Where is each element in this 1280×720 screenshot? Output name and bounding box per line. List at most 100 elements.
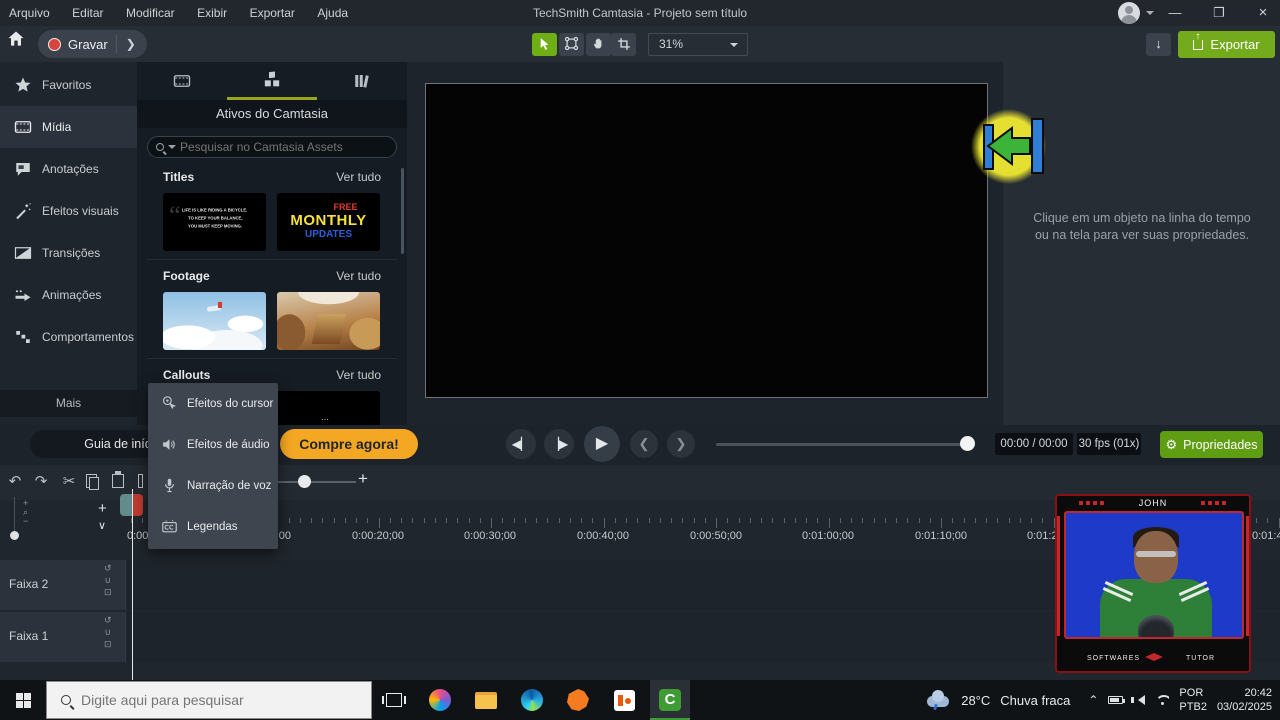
cut-button[interactable]: ✂ [58, 472, 80, 490]
track-header[interactable]: Faixa 2 ↺ ∪ ⊡ [0, 560, 125, 610]
weather-icon[interactable] [925, 690, 951, 711]
assets-search-box[interactable] [147, 136, 397, 158]
canvas-area [407, 62, 1003, 425]
redo-button[interactable]: ↷ [30, 472, 52, 490]
menu-item-legendas[interactable]: Legendas [148, 506, 278, 547]
restore-button[interactable]: ❐ [1202, 0, 1236, 26]
see-all-link[interactable]: Ver tudo [336, 368, 381, 382]
split-button[interactable] [138, 474, 143, 488]
windows-taskbar: C 28°C Chuva fraca ⌃ PORPTB2 20:4203/02/… [0, 680, 1280, 720]
playhead-out-handle[interactable] [133, 494, 143, 516]
track-magnet-icon[interactable]: ∪ [104, 575, 111, 585]
record-button[interactable]: Gravar ❯ [38, 30, 147, 58]
menu-item-efeitos-do-cursor[interactable]: Efeitos do cursor [148, 383, 278, 424]
track-loop-icon[interactable]: ↺ [104, 563, 112, 573]
previous-clip-button[interactable]: ❮ [630, 430, 658, 458]
asset-thumb-title-monthly[interactable]: FREE MONTHLY UPDATES [277, 193, 380, 251]
start-button[interactable] [0, 680, 46, 720]
tab-media-bin[interactable] [137, 62, 227, 100]
track-controls[interactable]: ↺ ∪ ⊡ [104, 563, 112, 597]
home-button[interactable] [6, 29, 34, 59]
tab-camtasia-assets[interactable] [227, 62, 317, 100]
task-view-button[interactable] [374, 680, 414, 720]
add-track-button[interactable]: + [98, 500, 107, 517]
assets-search-input[interactable] [180, 140, 370, 154]
clock[interactable]: 20:42 03/02/2025 [1217, 686, 1272, 714]
asset-thumb-footage-mall[interactable] [277, 292, 380, 350]
close-button[interactable]: × [1246, 0, 1280, 26]
volume-icon[interactable] [1131, 695, 1146, 705]
sidebar-item-efeitos-visuais[interactable]: Efeitos visuais [0, 190, 137, 232]
camtasia-logo: C [659, 689, 681, 711]
track-lock-icon[interactable]: ⊡ [104, 639, 112, 649]
taskbar-search-input[interactable] [81, 692, 331, 708]
track-lock-icon[interactable]: ⊡ [104, 587, 112, 597]
edit-points-tool-button[interactable] [559, 33, 584, 56]
language-indicator[interactable]: POR PTB2 [1179, 686, 1207, 714]
asset-thumb-footage-sky[interactable] [163, 292, 266, 350]
copilot-icon[interactable] [420, 680, 460, 720]
export-button[interactable]: Exportar [1178, 31, 1275, 58]
crop-tool-button[interactable] [611, 33, 636, 56]
tray-expand-chevron-icon[interactable]: ⌃ [1088, 693, 1098, 707]
sidebar-item-comportamentos[interactable]: Comportamentos [0, 316, 137, 358]
undo-button[interactable]: ↶ [4, 472, 26, 490]
see-all-link[interactable]: Ver tudo [336, 170, 381, 184]
orange-app-icon[interactable] [604, 680, 644, 720]
minimize-button[interactable]: — [1158, 0, 1192, 26]
asset-thumb-title-quote[interactable]: LIFE IS LIKE RIDING A BICYCLE. TO KEEP Y… [163, 193, 266, 251]
camtasia-taskbar-icon[interactable]: C [650, 680, 690, 720]
record-options-chevron-icon[interactable]: ❯ [119, 37, 143, 51]
slider-knob[interactable] [10, 531, 19, 540]
playhead-in-handle[interactable] [120, 494, 132, 516]
avast-icon[interactable] [558, 680, 598, 720]
sidebar-item-midia[interactable]: Mídia [0, 106, 137, 148]
play-button[interactable]: ▶ [584, 426, 620, 462]
weather-label[interactable]: Chuva fraca [1000, 693, 1070, 708]
see-all-link[interactable]: Ver tudo [336, 269, 381, 283]
playback-progress-slider[interactable] [716, 443, 974, 446]
file-explorer-icon[interactable] [466, 680, 506, 720]
edge-logo [521, 689, 543, 711]
collapse-tracks-chevron-icon[interactable]: ∨ [98, 519, 106, 532]
timeline-zoom-knob[interactable] [298, 475, 311, 488]
track-controls[interactable]: ↺ ∪ ⊡ [104, 615, 112, 649]
playback-slider-knob[interactable] [960, 436, 975, 451]
sidebar-item-favoritos[interactable]: Favoritos [0, 64, 137, 106]
network-icon[interactable] [1155, 695, 1169, 705]
temperature-label[interactable]: 28°C [961, 693, 990, 708]
select-tool-button[interactable] [532, 33, 557, 56]
track-height-slider[interactable]: + ⌕ − [10, 495, 34, 545]
webcam-tag-right: TUTOR [1186, 655, 1215, 662]
sidebar-more-button[interactable]: Mais [0, 390, 137, 417]
edge-browser-icon[interactable] [512, 680, 552, 720]
track-magnet-icon[interactable]: ∪ [104, 627, 111, 637]
timeline-zoom-in-button[interactable]: + [358, 469, 368, 489]
pan-tool-button[interactable] [586, 33, 611, 56]
copy-button[interactable] [86, 474, 99, 490]
next-clip-button[interactable]: ❯ [667, 430, 695, 458]
asset-thumb-callout[interactable]: ⋯ [277, 391, 380, 425]
frame-forward-button[interactable]: ▕▶ [544, 429, 574, 459]
battery-icon[interactable] [1108, 696, 1126, 704]
menu-item-efeitos-de-audio[interactable]: Efeitos de áudio [148, 424, 278, 465]
sidebar-item-transicoes[interactable]: Transições [0, 232, 137, 274]
buy-now-button[interactable]: Compre agora! [280, 429, 418, 459]
video-canvas[interactable] [425, 83, 988, 398]
properties-button[interactable]: ⚙ Propriedades [1160, 431, 1263, 458]
track-loop-icon[interactable]: ↺ [104, 615, 112, 625]
track-header[interactable]: Faixa 1 ↺ ∪ ⊡ [0, 612, 125, 662]
account-caret-icon[interactable] [1146, 11, 1154, 19]
paste-button[interactable] [112, 471, 124, 488]
menu-item-narracao-de-voz[interactable]: Narração de voz [148, 465, 278, 506]
taskbar-search-box[interactable] [46, 681, 372, 719]
media-panel-scrollbar[interactable] [401, 168, 404, 254]
tab-library[interactable] [317, 62, 407, 100]
sidebar-item-anotacoes[interactable]: Anotações [0, 148, 137, 190]
sidebar-item-animacoes[interactable]: Animações [0, 274, 137, 316]
playhead[interactable] [132, 489, 133, 680]
download-media-button[interactable]: ↓ [1146, 33, 1171, 56]
account-avatar[interactable] [1118, 2, 1140, 24]
canvas-zoom-select[interactable]: 31% [648, 33, 748, 56]
jump-start-button[interactable]: ◀▏ [506, 429, 536, 459]
